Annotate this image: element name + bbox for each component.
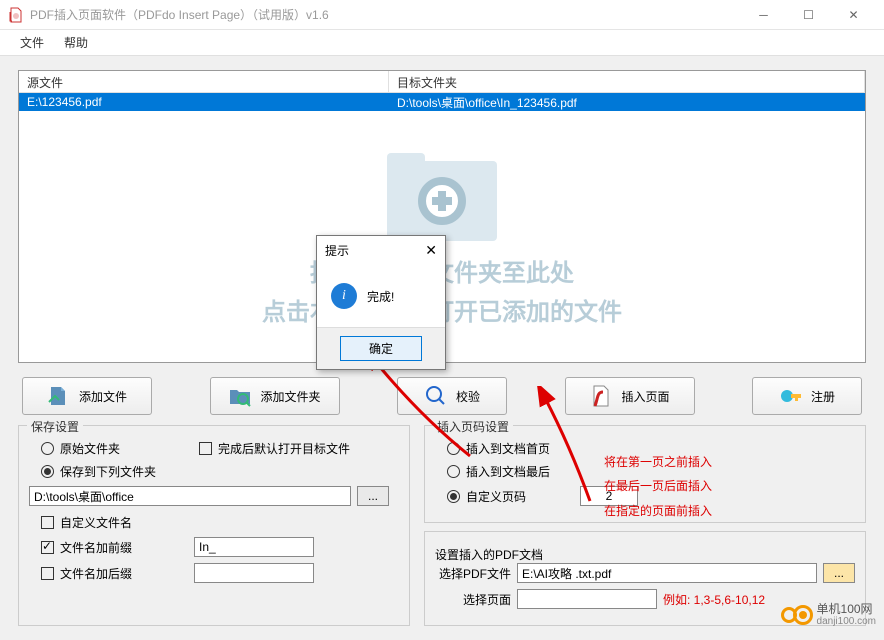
cell-target: D:\tools\桌面\office\In_123456.pdf [389, 93, 585, 112]
add-file-icon [47, 384, 71, 408]
dialog-ok-button[interactable]: 确定 [340, 336, 422, 361]
page-range-input[interactable] [517, 589, 657, 609]
last-page-radio[interactable] [447, 465, 460, 478]
suffix-input[interactable] [194, 563, 314, 583]
prefix-input[interactable] [194, 537, 314, 557]
custom-page-radio[interactable] [447, 490, 460, 503]
app-icon [8, 7, 24, 23]
maximize-button[interactable]: ☐ [786, 0, 831, 30]
folder-plus-icon [387, 151, 497, 241]
save-legend: 保存设置 [27, 418, 83, 435]
menu-file[interactable]: 文件 [10, 30, 54, 55]
prefix-check[interactable] [41, 541, 54, 554]
watermark-icon [779, 603, 813, 627]
browse-folder-button[interactable]: ... [357, 486, 389, 506]
first-page-radio[interactable] [447, 442, 460, 455]
page-example: 例如: 1,3-5,6-10,12 [663, 591, 765, 608]
alert-dialog: 提示 ✕ i 完成! 确定 [316, 235, 446, 370]
col-source[interactable]: 源文件 [19, 71, 389, 92]
orig-folder-radio[interactable] [41, 442, 54, 455]
note-custom: 在指定的页面前插入 [604, 502, 712, 519]
suffix-check[interactable] [41, 567, 54, 580]
add-file-button[interactable]: 添加文件 [22, 377, 152, 415]
table-header: 源文件 目标文件夹 [19, 71, 865, 93]
open-after-check[interactable] [199, 442, 212, 455]
cell-source: E:\123456.pdf [19, 94, 389, 110]
pdf-path-input[interactable] [517, 563, 817, 583]
pdfset-legend: 设置插入的PDF文档 [435, 548, 543, 562]
minimize-button[interactable]: ─ [741, 0, 786, 30]
register-button[interactable]: 注册 [752, 377, 862, 415]
close-button[interactable]: ✕ [831, 0, 876, 30]
table-row[interactable]: E:\123456.pdf D:\tools\桌面\office\In_1234… [19, 93, 865, 111]
save-to-radio[interactable] [41, 465, 54, 478]
dialog-message: 完成! [367, 288, 394, 305]
title-bar: PDF插入页面软件（PDFdo Insert Page）（试用版）v1.6 ─ … [0, 0, 884, 30]
info-icon: i [331, 283, 357, 309]
save-settings-group: 保存设置 完成后默认打开目标文件 原始文件夹 保存到下列文件夹 ... 自定义文… [18, 425, 410, 626]
add-folder-button[interactable]: 添加文件夹 [210, 377, 340, 415]
col-target[interactable]: 目标文件夹 [389, 71, 865, 92]
menu-bar: 文件 帮助 [0, 30, 884, 56]
insert-page-icon [589, 384, 613, 408]
watermark: 单机100网danji100.com [779, 603, 876, 627]
pagenum-legend: 插入页码设置 [433, 418, 513, 435]
dialog-title: 提示 [325, 242, 349, 259]
insert-page-button[interactable]: 插入页面 [565, 377, 695, 415]
verify-button[interactable]: 校验 [397, 377, 507, 415]
menu-help[interactable]: 帮助 [54, 30, 98, 55]
add-folder-icon [228, 384, 252, 408]
note-first: 将在第一页之前插入 [604, 453, 712, 470]
save-path-input[interactable] [29, 486, 351, 506]
browse-pdf-button[interactable]: ... [823, 563, 855, 583]
note-last: 在最后一页后面插入 [604, 477, 712, 494]
verify-icon [424, 384, 448, 408]
dialog-close-icon[interactable]: ✕ [425, 242, 437, 259]
custom-name-check[interactable] [41, 516, 54, 529]
window-title: PDF插入页面软件（PDFdo Insert Page）（试用版）v1.6 [30, 6, 741, 23]
register-icon [779, 384, 803, 408]
